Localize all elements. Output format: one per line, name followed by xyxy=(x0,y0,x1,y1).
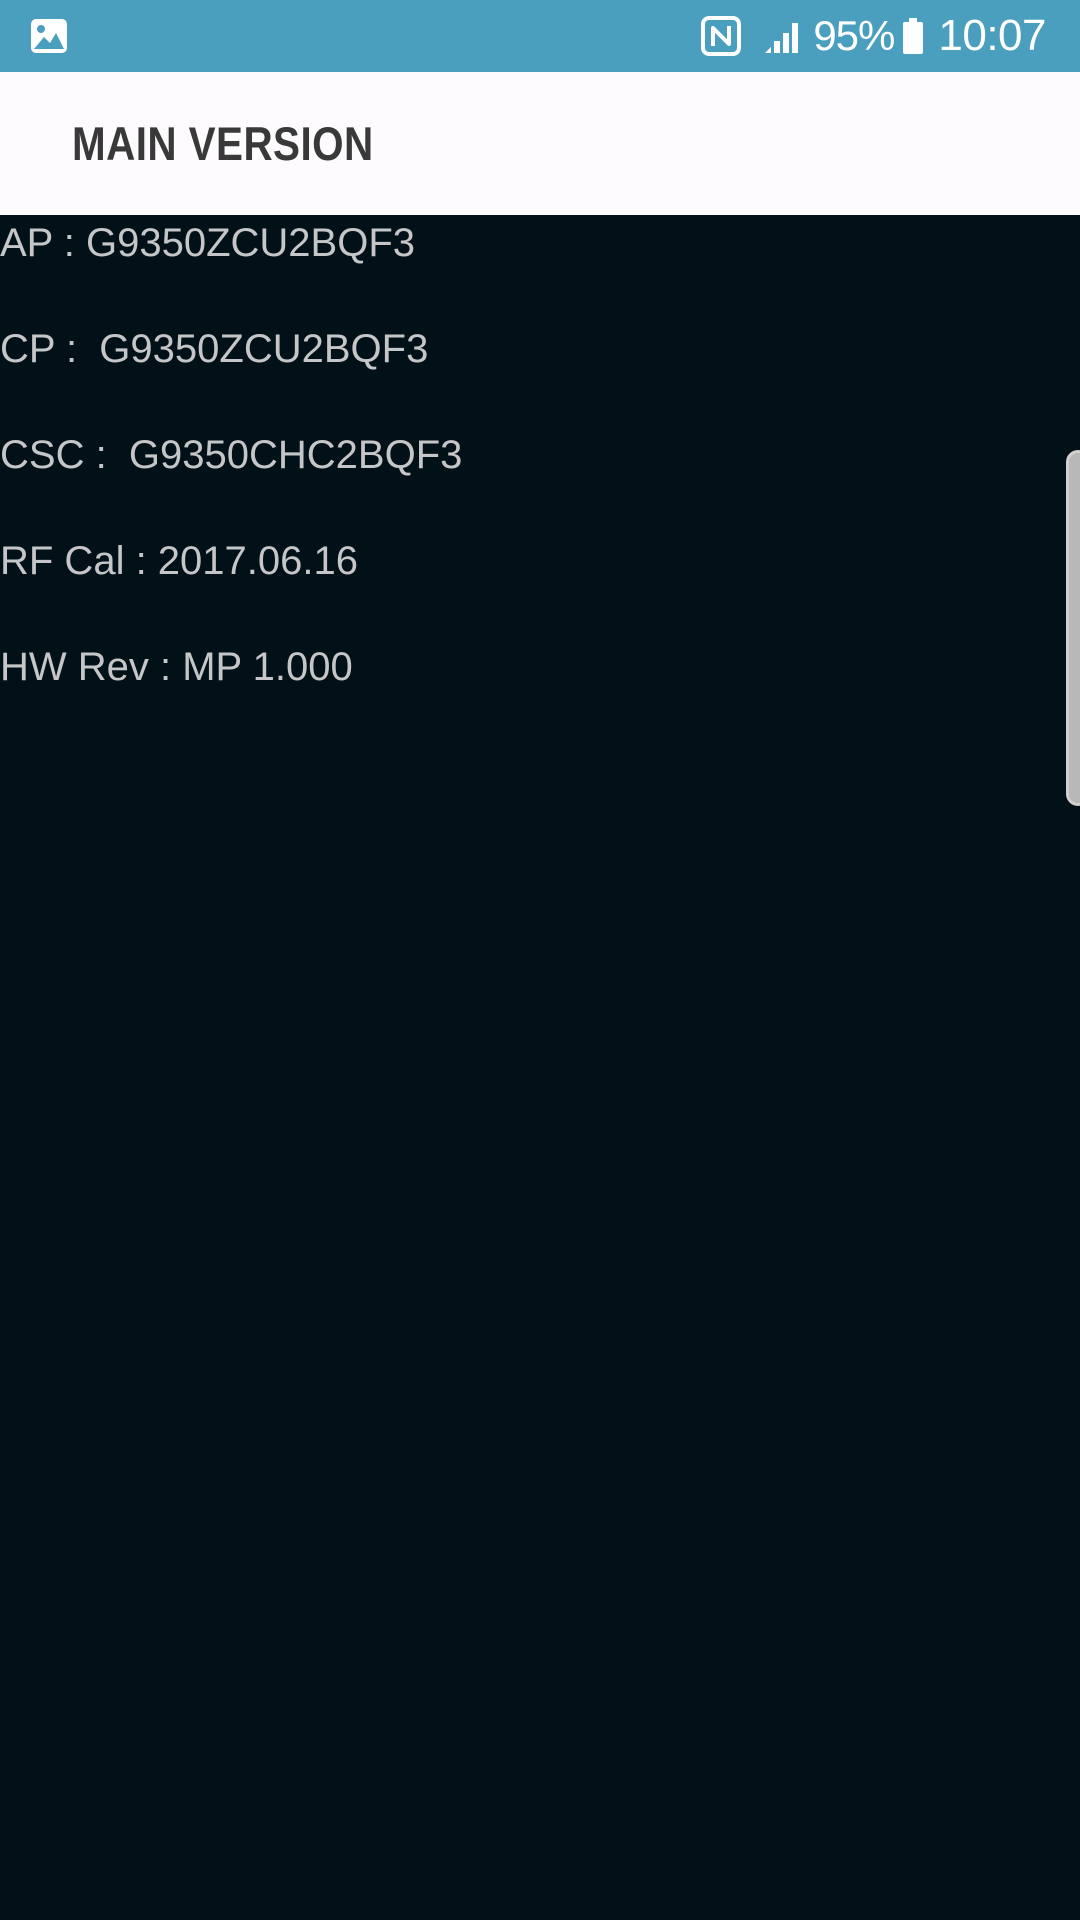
info-row-hw-rev: HW Rev : MP 1.000 xyxy=(0,645,353,689)
gallery-image-icon xyxy=(30,18,68,54)
nfc-icon xyxy=(701,16,742,56)
info-row-csc: CSC : G9350CHC2BQF3 xyxy=(0,433,463,477)
info-row-cp: CP : G9350ZCU2BQF3 xyxy=(0,327,429,371)
screen: 95% 10:07 MAIN VERSION AP : G9350ZCU2BQF… xyxy=(0,0,1080,1920)
app-header: MAIN VERSION xyxy=(0,72,1080,215)
info-row-ap: AP : G9350ZCU2BQF3 xyxy=(0,221,415,265)
battery-percent: 95% xyxy=(813,12,895,59)
status-clock: 10:07 xyxy=(938,11,1046,60)
status-icons: 95% 10:07 xyxy=(701,0,1046,72)
status-bar: 95% 10:07 xyxy=(0,0,1080,72)
signal-strength-icon xyxy=(763,19,801,53)
battery-icon xyxy=(902,18,924,54)
info-row-rf-cal: RF Cal : 2017.06.16 xyxy=(0,539,358,583)
scroll-handle[interactable] xyxy=(1066,450,1080,806)
page-title: MAIN VERSION xyxy=(72,117,374,170)
